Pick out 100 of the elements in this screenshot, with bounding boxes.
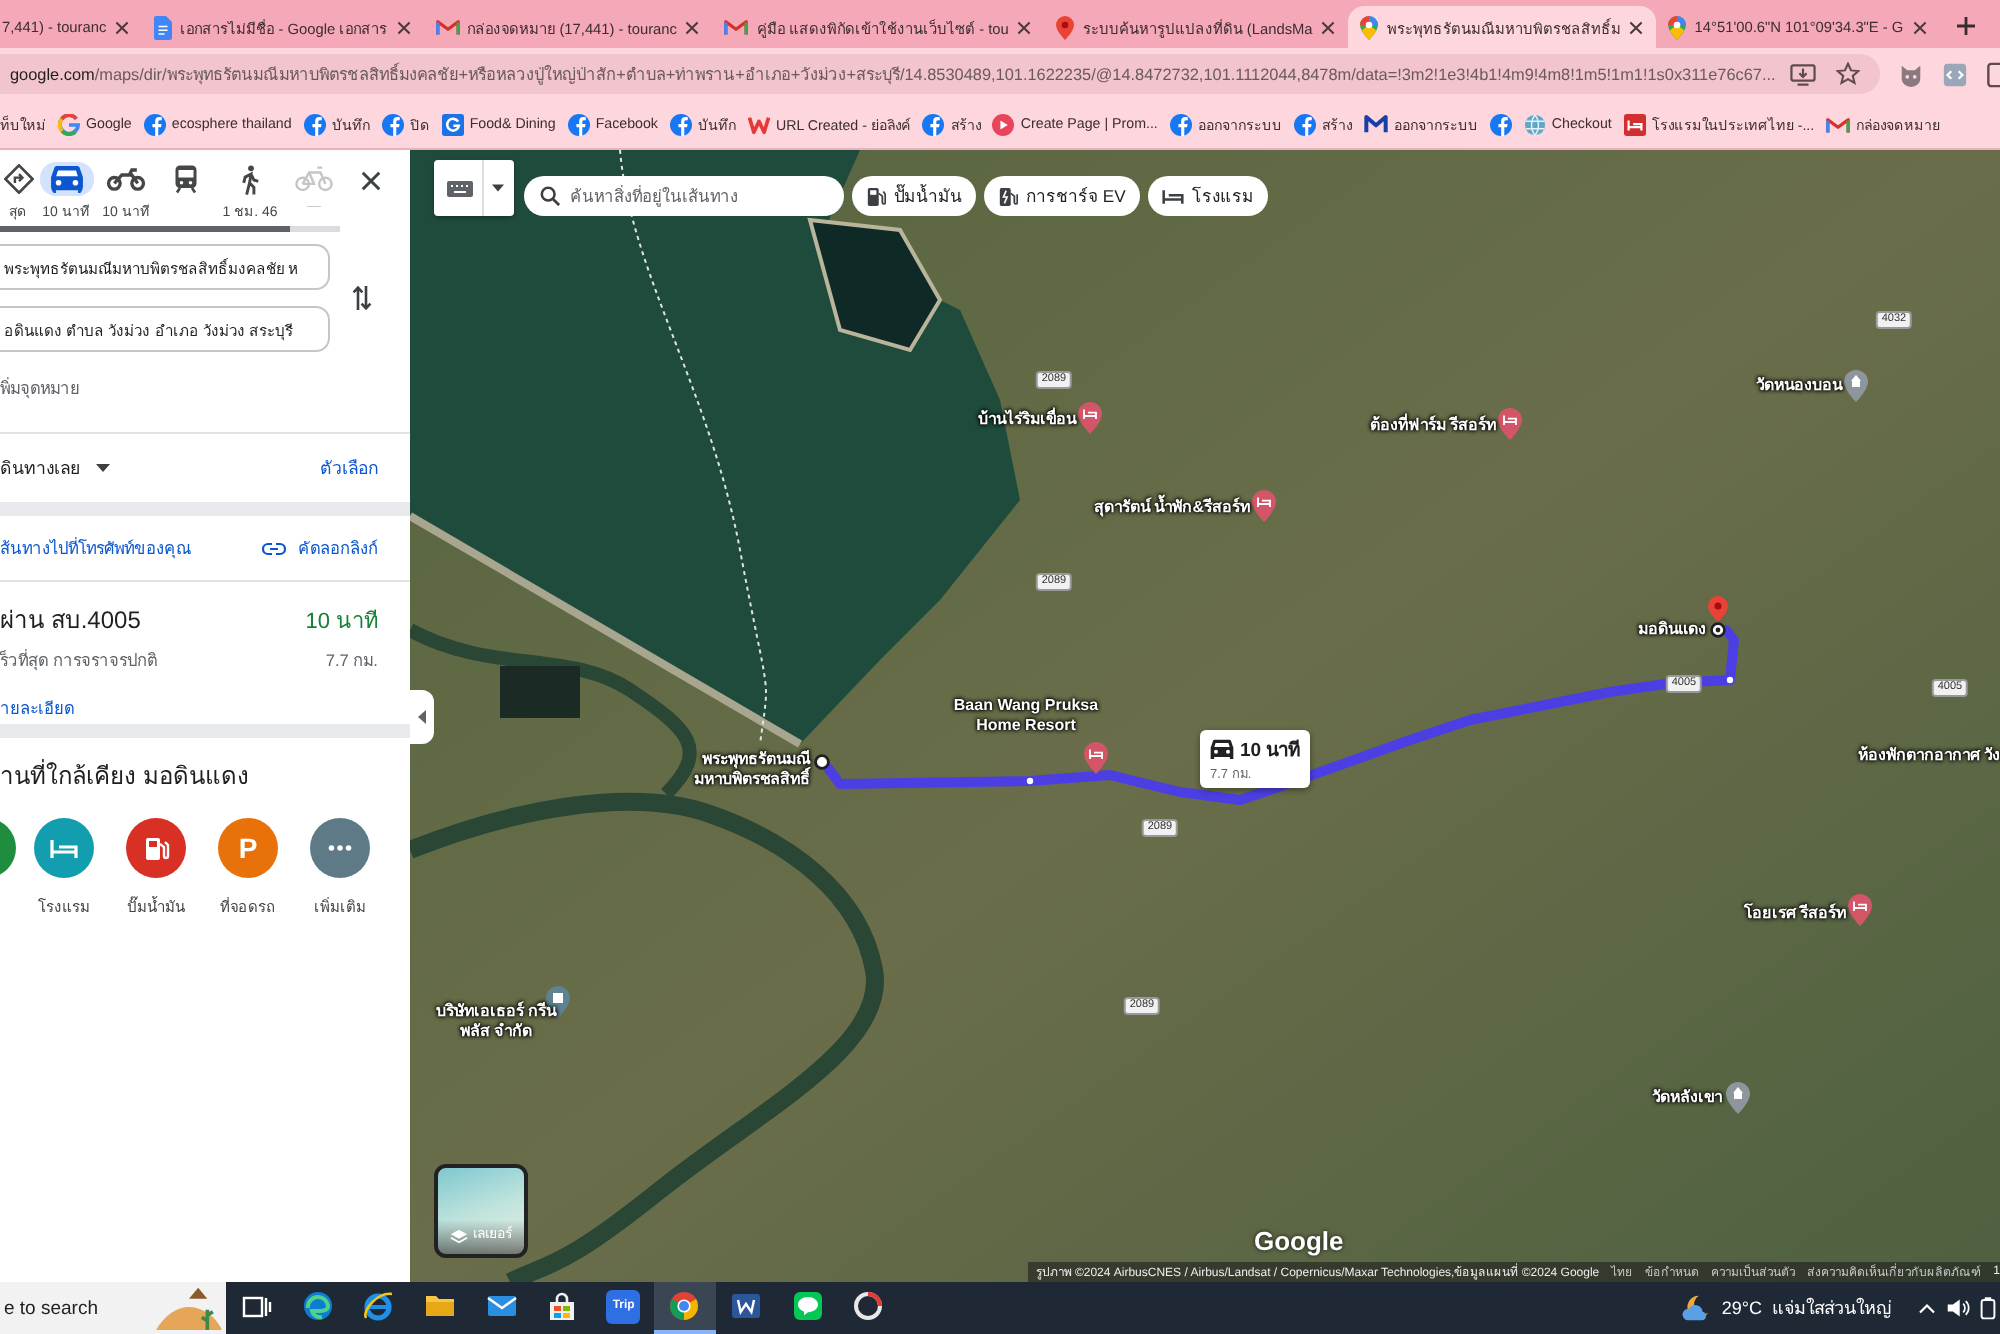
star-icon[interactable] <box>1836 62 1860 86</box>
place-label[interactable]: โอยเรศ รีสอร์ท <box>1743 904 1846 924</box>
f-logo-icon <box>143 113 166 135</box>
close-icon[interactable] <box>395 19 412 35</box>
start-point-icon[interactable] <box>814 754 830 770</box>
motorbike-icon <box>106 167 146 191</box>
map-view-button[interactable] <box>434 160 514 216</box>
address-field[interactable]: google.com/maps/dir/พระพุทธรัตนมณีมหาบพิตรชลสิทธิ์มงคลชัย+หรือหลวงปู่ใหญ่ป่าสัก+ตำบล+ท่าพราน+อำเภอ+วังม่วง+สระบุรี/14.8530489,101.1622235/@14.8472732,101.1112044,8478m/data=!3m2!1e3!4b1!4m9!4m8!1m5!1m1!1s0x311e76c67... <box>0 54 1880 94</box>
more-dots-icon <box>328 844 352 852</box>
category-button[interactable] <box>310 818 370 878</box>
close-icon[interactable] <box>1016 19 1033 35</box>
f-logo-icon <box>922 113 945 135</box>
f-logo-icon <box>381 113 404 135</box>
moon-cloud-icon[interactable] <box>1681 1294 1712 1322</box>
destination-point-icon[interactable] <box>1710 622 1726 638</box>
f-logo-icon <box>1293 113 1316 135</box>
f-logo-icon <box>303 113 326 135</box>
category-button[interactable] <box>34 818 94 878</box>
temperature-text[interactable]: 29°C <box>1721 1298 1762 1318</box>
battery-icon[interactable] <box>1980 1296 1996 1320</box>
car-icon <box>39 162 93 196</box>
place-label[interactable]: สุดารัตน์ น้ำพัก&รีสอร์ท <box>1094 498 1250 518</box>
send-to-phone-link[interactable]: ส้นทางไปที่โทรศัพท์ของคุณ <box>0 534 192 562</box>
options-link[interactable]: ตัวเลือก <box>320 454 378 482</box>
details-link[interactable]: ายละเอียด <box>0 694 74 722</box>
hotel-pin-icon[interactable] <box>1084 742 1108 774</box>
hotel-pin-icon[interactable] <box>1848 894 1872 926</box>
side-panel-icon[interactable] <box>1986 61 2000 87</box>
m-logo-icon <box>435 18 460 36</box>
code-tile-icon[interactable] <box>1942 61 1968 87</box>
fuel-pump-icon <box>143 835 169 861</box>
f-logo-icon <box>567 113 590 135</box>
m-logo-icon <box>724 18 749 36</box>
place-label[interactable]: บริษัทเอเธอร์ กรีน พลัส จำกัด <box>432 1002 560 1042</box>
hotel-pin-icon[interactable] <box>1078 402 1102 434</box>
route-search-field[interactable]: ค้นหาสิ่งที่อยู่ในเส้นทาง <box>524 176 844 216</box>
route-name: ผ่าน สบ.4005 <box>0 604 141 638</box>
category-button[interactable] <box>126 818 186 878</box>
bookmark-link[interactable] <box>1489 113 1512 135</box>
filter-chip[interactable]: การชาร์จ EV <box>984 176 1140 216</box>
copy-link-button[interactable]: คัดลอกลิงก์ <box>262 534 378 562</box>
chevron-up-icon[interactable] <box>1918 1301 1936 1315</box>
taskbar-search-field[interactable]: e to search <box>0 1282 226 1334</box>
new-tab-icon[interactable] <box>1955 16 1976 36</box>
close-icon[interactable] <box>1320 19 1337 35</box>
close-icon[interactable] <box>684 19 701 35</box>
hotel-pin-icon[interactable] <box>1498 408 1522 440</box>
charging-station-icon <box>998 185 1018 207</box>
filter-chip[interactable]: โรงแรม <box>1147 176 1268 216</box>
task-view-icon <box>241 1295 272 1317</box>
horizontal-scrollbar[interactable] <box>0 226 340 232</box>
g-tile-icon <box>441 113 464 135</box>
category-button[interactable] <box>0 818 16 878</box>
place-label[interactable]: ห้องพักตากอากาศ วัง <box>1857 746 2000 766</box>
map-view[interactable] <box>410 150 2000 1282</box>
bed-icon <box>1161 187 1184 205</box>
filter-chip[interactable]: ปั๊มน้ำมัน <box>852 176 976 216</box>
caret-down-icon <box>96 464 110 472</box>
circle-logo-icon <box>854 1292 883 1320</box>
place-label[interactable]: ต้องที่ฟาร์ม รีสอร์ท <box>1369 416 1496 436</box>
m-logo-icon <box>1826 115 1851 133</box>
keyboard-icon <box>445 179 473 197</box>
collapse-panel-button[interactable] <box>410 690 434 744</box>
link-icon <box>262 541 286 555</box>
swap-arrows-icon[interactable] <box>352 284 372 312</box>
bed-tile-icon <box>1623 113 1646 135</box>
speaker-icon[interactable] <box>1946 1296 1970 1320</box>
place-pin-icon[interactable] <box>1726 1082 1750 1114</box>
depart-time-button[interactable]: ดินทางเลย <box>0 454 110 482</box>
close-icon[interactable] <box>1628 19 1645 35</box>
train-icon <box>174 164 198 194</box>
close-icon[interactable] <box>360 170 382 192</box>
place-label[interactable]: วัดหลังเขา <box>1652 1088 1722 1108</box>
monitor-download-icon[interactable] <box>1790 63 1816 85</box>
m-logo-icon <box>1363 114 1388 134</box>
route-distance: 7.7 กม. <box>325 648 378 674</box>
place-label[interactable]: Baan Wang Pruksa Home Resort <box>940 696 1112 736</box>
cat-face-icon[interactable] <box>1898 61 1924 87</box>
walking-person-icon <box>241 163 259 195</box>
place-label[interactable]: บ้านไร่ริมเขื่อน <box>978 410 1076 430</box>
fuel-pump-icon <box>866 185 886 207</box>
add-destination-link[interactable]: พิ่มจุดหมาย <box>0 352 80 432</box>
close-icon[interactable] <box>1911 19 1928 35</box>
nearby-heading: านที่ใกล้เคียง มอดินแดง <box>0 757 251 794</box>
g-logo-icon <box>58 113 80 135</box>
pond-shape <box>807 217 943 353</box>
w-logo-icon <box>747 113 770 135</box>
place-label[interactable]: มอดินแดง <box>1638 620 1706 640</box>
globe-icon <box>1523 113 1546 135</box>
map-logo: Google <box>1254 1226 1344 1256</box>
wave-logo-icon <box>301 1290 334 1322</box>
place-label[interactable]: พระพุทธรัตนมณี มหาบพิตรชลสิทธิ์ <box>654 750 810 790</box>
close-icon[interactable] <box>114 19 131 35</box>
place-label[interactable]: วัดหนองบอน <box>1756 376 1842 396</box>
weather-text[interactable]: แจ่มใสส่วนใหญ่ <box>1772 1294 1892 1322</box>
pond-shape <box>500 666 580 718</box>
layers-icon <box>449 1228 467 1244</box>
f-logo-icon <box>1169 113 1192 135</box>
document-icon <box>154 15 173 39</box>
hotel-pin-icon[interactable] <box>1252 490 1276 522</box>
